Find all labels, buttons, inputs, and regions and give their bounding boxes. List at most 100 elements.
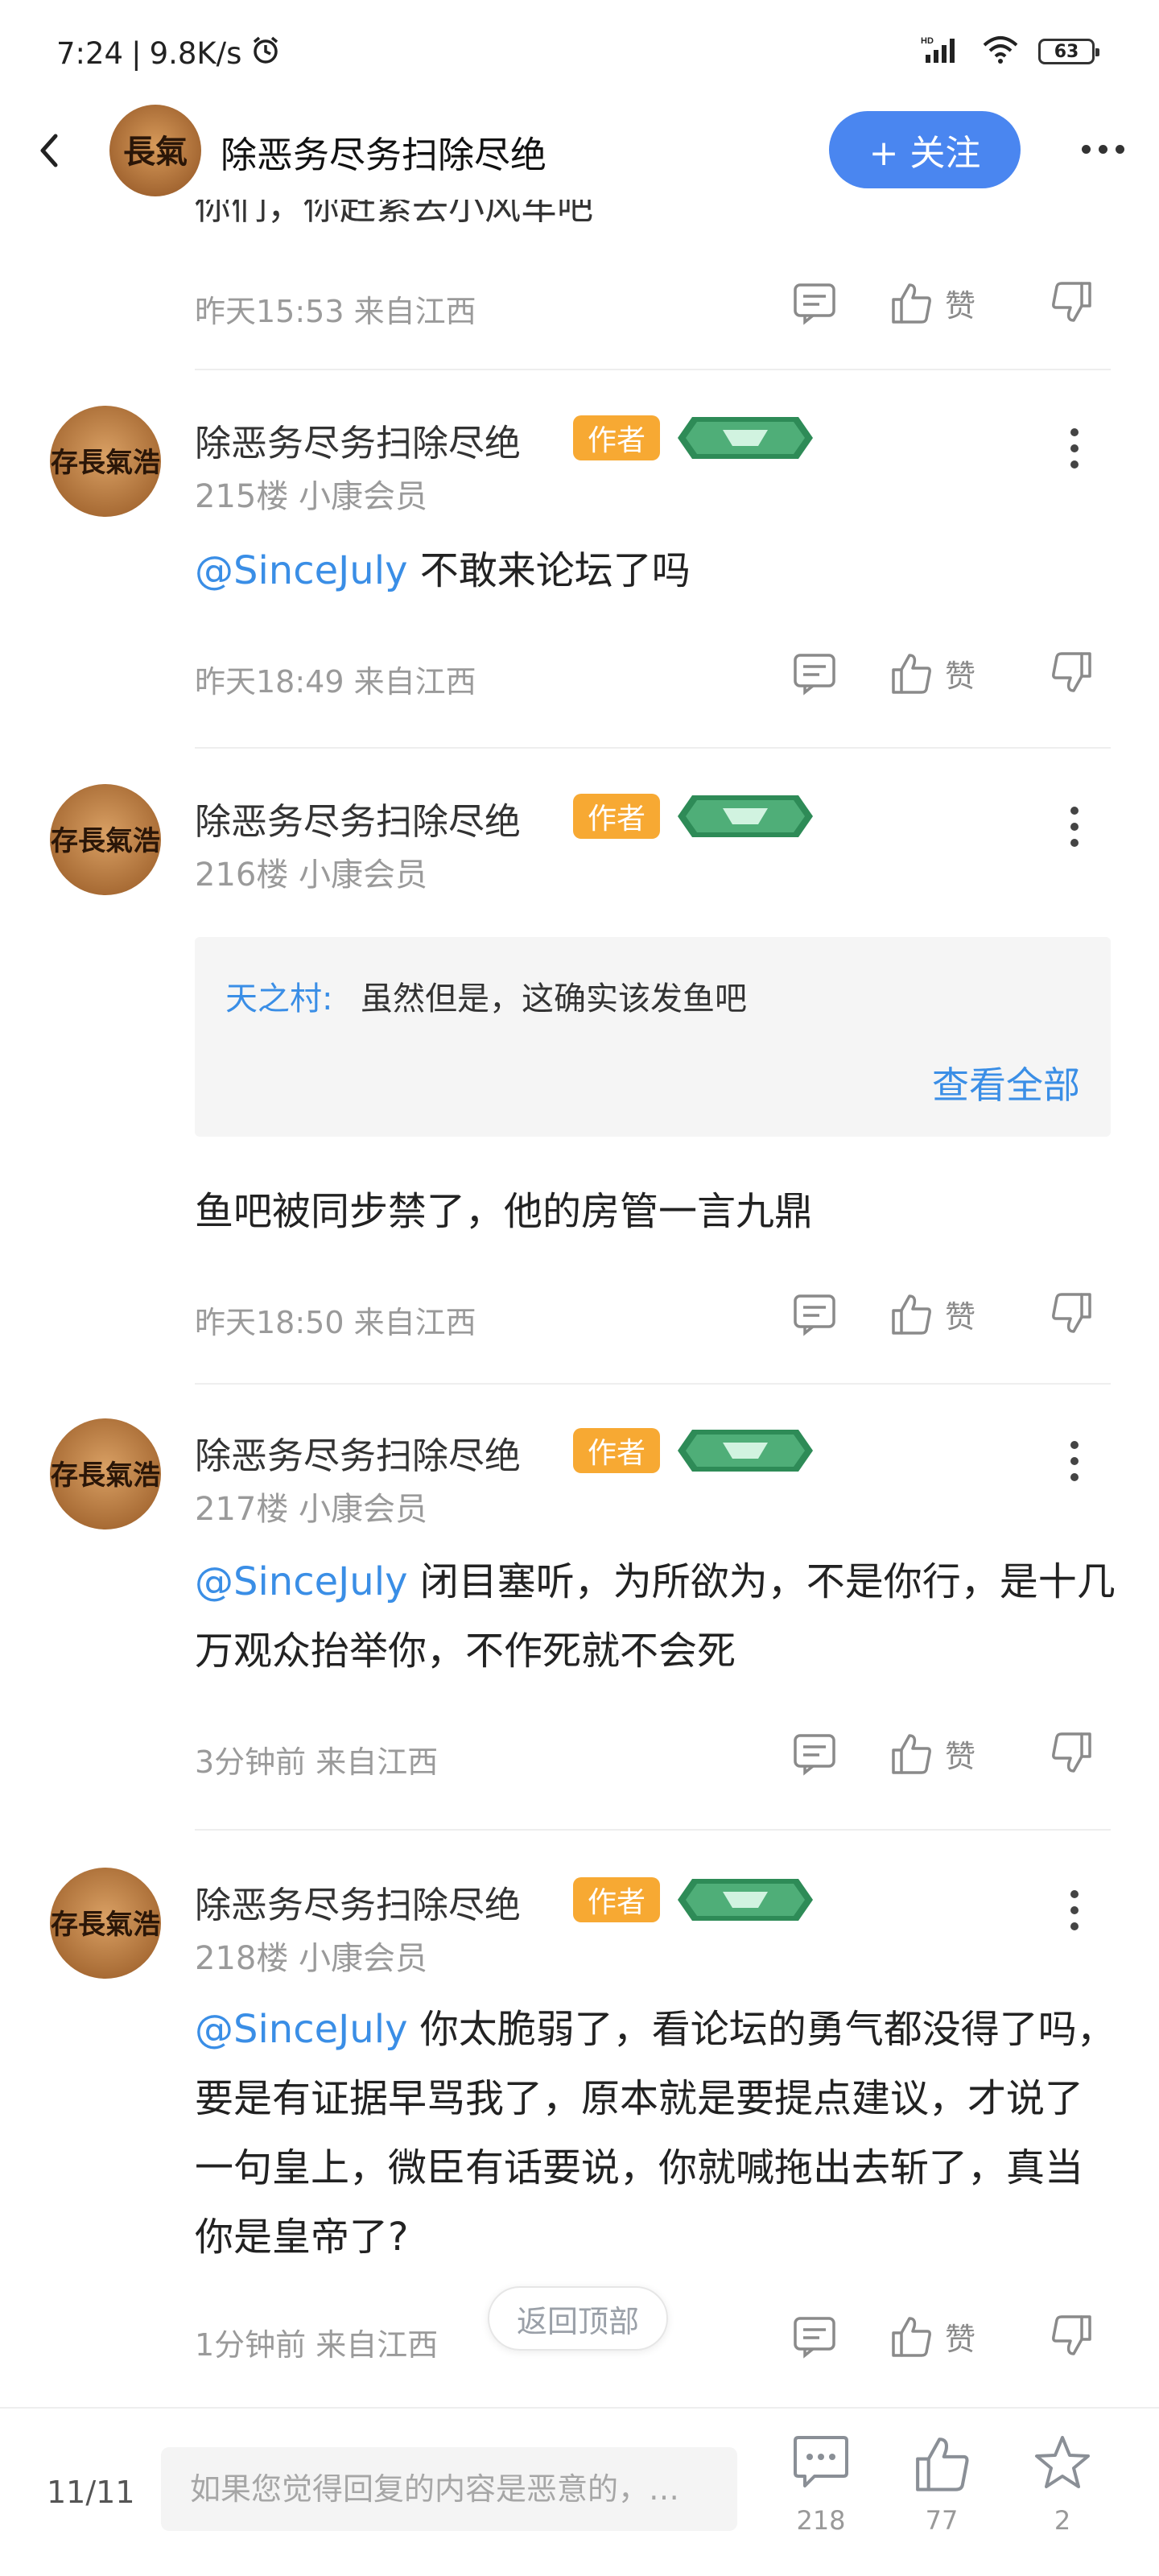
page-title: 除恶务尽务扫除尽绝 [221, 134, 547, 176]
like-button[interactable]: 赞 [889, 1288, 975, 1340]
mention-link[interactable]: @SinceJuly [195, 2007, 407, 2052]
author-badge: 作者 [573, 415, 660, 460]
back-button[interactable] [24, 122, 72, 179]
floor-info: 216楼 小康会员 [195, 857, 428, 894]
username[interactable]: 除恶务尽务扫除尽绝 [195, 1876, 521, 1928]
author-badge: 作者 [573, 1428, 660, 1473]
level-badge-icon [674, 1876, 816, 1924]
thumbs-up-icon [892, 2317, 931, 2357]
thumbs-up-icon [892, 1734, 931, 1774]
mention-link[interactable]: @SinceJuly [195, 1559, 407, 1604]
mention-link[interactable]: @SinceJuly [195, 548, 407, 593]
post-meta-row: 昨天18:50 来自江西 赞 [195, 1283, 1120, 1348]
reply-button[interactable] [792, 647, 837, 699]
post-meta: 昨天18:50 来自江西 [195, 1305, 476, 1340]
bottom-bar: 11/11 218 77 2 [0, 2407, 1159, 2576]
avatar[interactable]: 存長氣浩 [50, 1868, 161, 1979]
divider [195, 369, 1111, 370]
comment-icon [794, 2317, 835, 2359]
level-badge-icon [674, 792, 816, 840]
svg-text:存長氣浩: 存長氣浩 [51, 825, 160, 857]
status-speed: 9.8K/s [149, 36, 242, 71]
like-button[interactable]: 赞 [889, 1728, 975, 1779]
svg-text:存長氣浩: 存長氣浩 [51, 1459, 160, 1492]
author-badge: 作者 [573, 1877, 660, 1922]
dislike-button[interactable] [1050, 2310, 1095, 2362]
comment-icon [794, 1734, 835, 1776]
like-button[interactable]: 赞 [889, 277, 975, 328]
post-menu-button[interactable] [1054, 1433, 1095, 1489]
reply-button[interactable] [792, 277, 837, 328]
floor-info: 217楼 小康会员 [195, 1491, 428, 1528]
divider [195, 747, 1111, 749]
post-list: 你们，你赶紧去小风车吧 昨天15:53 来自江西 赞 存長氣浩 除恶务尽务扫除尽… [0, 200, 1159, 2405]
thumbs-down-icon [1052, 2315, 1091, 2355]
like-label: 赞 [945, 1738, 976, 1774]
post-meta-row: 昨天18:49 来自江西 赞 [195, 642, 1120, 707]
star-icon [1035, 2436, 1090, 2488]
divider [195, 1383, 1111, 1385]
thumbs-down-icon [1052, 1293, 1091, 1333]
status-separator: | [131, 36, 142, 71]
battery-icon: 63 [1038, 39, 1099, 64]
username[interactable]: 除恶务尽务扫除尽绝 [195, 792, 521, 844]
post-menu-button[interactable] [1054, 420, 1095, 477]
status-bar: 7:24 | 9.8K/s HD 63 [0, 0, 1159, 105]
post-meta: 昨天18:49 来自江西 [195, 664, 476, 700]
like-button[interactable]: 赞 [889, 2310, 975, 2362]
quote-text: 虽然但是，这确实该发鱼吧 [361, 980, 747, 1018]
like-label: 赞 [945, 658, 976, 694]
avatar[interactable]: 存長氣浩 [50, 406, 161, 517]
dislike-button[interactable] [1050, 1288, 1095, 1340]
like-post-button[interactable]: 77 [901, 2433, 982, 2562]
thumbs-down-icon [1052, 1732, 1091, 1773]
svg-text:HD: HD [921, 36, 934, 46]
level-badge-icon [674, 414, 816, 462]
like-label: 赞 [945, 2321, 976, 2357]
avatar[interactable]: 存長氣浩 [50, 784, 161, 895]
dislike-button[interactable] [1050, 1728, 1095, 1779]
signal-icon: HD [921, 35, 963, 68]
reply-button[interactable] [792, 2310, 837, 2362]
thumbs-down-icon [1052, 652, 1091, 692]
more-options-button[interactable] [1070, 129, 1135, 169]
reply-button[interactable] [792, 1288, 837, 1340]
like-count: 77 [925, 2505, 959, 2536]
reply-button[interactable] [792, 1728, 837, 1779]
follow-button[interactable]: + 关注 [829, 111, 1021, 188]
dislike-button[interactable] [1050, 647, 1095, 699]
comment-icon [794, 654, 835, 696]
comments-button[interactable]: 218 [781, 2433, 861, 2562]
favorite-button[interactable]: 2 [1022, 2433, 1103, 2562]
username[interactable]: 除恶务尽务扫除尽绝 [195, 1426, 521, 1479]
favorite-count: 2 [1054, 2505, 1071, 2536]
forum-avatar[interactable]: 長氣 [109, 105, 201, 196]
like-button[interactable]: 赞 [889, 647, 975, 699]
quote-author[interactable]: 天之村: [225, 972, 332, 1019]
post-meta: 3分钟前 来自江西 [195, 1744, 439, 1780]
comment-count: 218 [796, 2505, 846, 2536]
comment-icon [794, 2436, 848, 2487]
floor-info: 215楼 小康会员 [195, 478, 428, 515]
thumbs-up-icon [892, 283, 931, 324]
avatar[interactable]: 存長氣浩 [50, 1418, 161, 1530]
username[interactable]: 除恶务尽务扫除尽绝 [195, 414, 521, 466]
reply-input[interactable] [161, 2447, 737, 2531]
back-to-top-button[interactable]: 返回顶部 [488, 2286, 668, 2351]
post-menu-button[interactable] [1054, 799, 1095, 855]
thumbs-up-icon [892, 654, 931, 694]
thumbs-up-icon [892, 1294, 931, 1335]
wifi-icon [982, 35, 1019, 68]
page-indicator[interactable]: 11/11 [47, 2475, 135, 2510]
post-menu-button[interactable] [1054, 1882, 1095, 1938]
status-right: HD 63 [921, 35, 1099, 68]
chevron-left-icon [40, 134, 58, 167]
level-badge-icon [674, 1426, 816, 1475]
dislike-button[interactable] [1050, 277, 1095, 328]
quoted-reply[interactable]: 天之村: 虽然但是，这确实该发鱼吧 查看全部 [195, 937, 1111, 1137]
comment-icon [794, 1294, 835, 1336]
like-label: 赞 [945, 1298, 976, 1335]
view-all-link[interactable]: 查看全部 [932, 1056, 1080, 1109]
previous-post-meta-row: 昨天15:53 来自江西 赞 [195, 272, 1120, 336]
svg-text:存長氣浩: 存長氣浩 [51, 1909, 160, 1941]
